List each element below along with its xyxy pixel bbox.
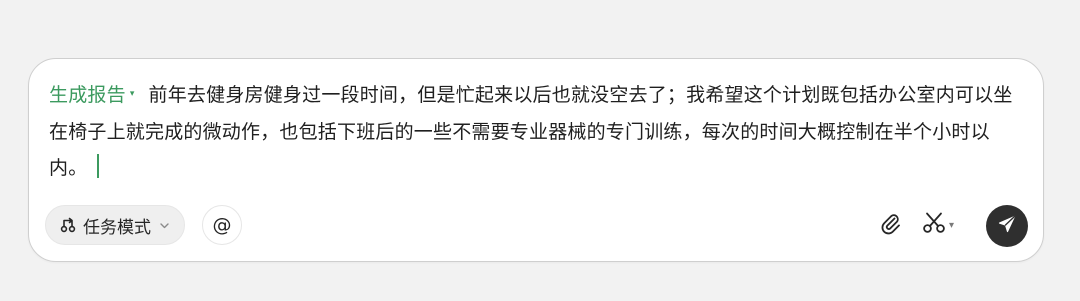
scissors-icon bbox=[921, 210, 947, 240]
scissor-tool-button[interactable]: ▾ bbox=[921, 209, 954, 241]
text-cursor bbox=[97, 154, 99, 178]
report-mode-selector[interactable]: 生成报告 ▾ bbox=[49, 77, 135, 114]
send-button[interactable] bbox=[986, 205, 1028, 247]
attach-button[interactable] bbox=[874, 209, 906, 241]
caret-down-icon: ▾ bbox=[949, 219, 955, 231]
caret-down-icon: ▾ bbox=[129, 88, 135, 99]
chevron-down-icon bbox=[159, 220, 170, 231]
send-icon bbox=[997, 214, 1017, 238]
report-mode-label: 生成报告 bbox=[49, 84, 126, 106]
task-mode-label: 任务模式 bbox=[83, 217, 151, 238]
prompt-input[interactable]: 生成报告 ▾ 前年去健身房健身过一段时间，但是忙起来以后也就没空去了；我希望这个计划… bbox=[49, 77, 1027, 186]
mode-icon bbox=[59, 216, 77, 234]
prompt-text: 前年去健身房健身过一段时间，但是忙起来以后也就没空去了；我希望这个计划既包括办公… bbox=[49, 84, 1013, 179]
chat-composer: 生成报告 ▾ 前年去健身房健身过一段时间，但是忙起来以后也就没空去了；我希望这个计划… bbox=[28, 58, 1044, 262]
paperclip-icon bbox=[878, 211, 902, 239]
mention-button[interactable]: @ bbox=[202, 205, 242, 245]
at-sign-icon: @ bbox=[212, 214, 232, 236]
task-mode-button[interactable]: 任务模式 bbox=[45, 205, 185, 245]
